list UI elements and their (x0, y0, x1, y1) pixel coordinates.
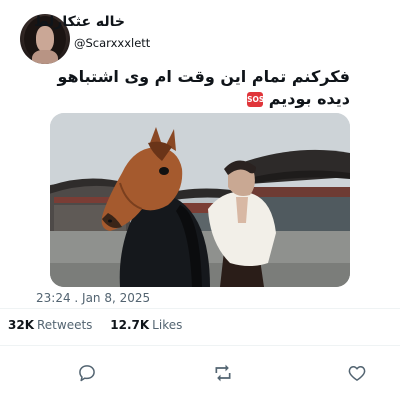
tweet-text: فکرکنم تمام این وقت ام وی اشتباهو دیده ب… (50, 66, 351, 110)
retweets-count: 32K (8, 318, 34, 332)
like-button[interactable] (346, 362, 368, 384)
display-name[interactable]: خاله عثکارلط (34, 14, 125, 30)
tweet-text-line-1: فکرکنم تمام این وقت ام وی اشتباهو (57, 67, 351, 86)
heart-icon (348, 366, 366, 381)
tweet-stats: 32K Retweets 12.7K Likes (8, 318, 196, 332)
tweet-text-line-2-text: دیده بودیم (268, 89, 350, 108)
reply-button[interactable] (76, 362, 98, 384)
divider-top (0, 308, 400, 309)
divider-bottom (0, 345, 400, 346)
sos-emoji-icon: SOS (247, 92, 264, 107)
likes-count: 12.7K (110, 318, 150, 332)
retweets-stat[interactable]: 32K Retweets (8, 318, 92, 332)
comment-icon (79, 365, 95, 382)
avatar-neck (32, 50, 58, 64)
tweet-timestamp[interactable]: 23:24 . Jan 8, 2025 (36, 291, 150, 305)
likes-stat[interactable]: 12.7K Likes (110, 318, 182, 332)
retweet-button[interactable] (212, 362, 234, 384)
tweet-media-image[interactable] (50, 113, 350, 287)
likes-label: Likes (152, 318, 183, 332)
retweets-label: Retweets (37, 318, 93, 332)
media-illustration (50, 113, 350, 287)
retweet-icon (215, 364, 231, 382)
user-handle[interactable]: @Scarxxxlett (74, 36, 150, 50)
tweet-text-line-2: دیده بودیم SOS (50, 88, 350, 110)
